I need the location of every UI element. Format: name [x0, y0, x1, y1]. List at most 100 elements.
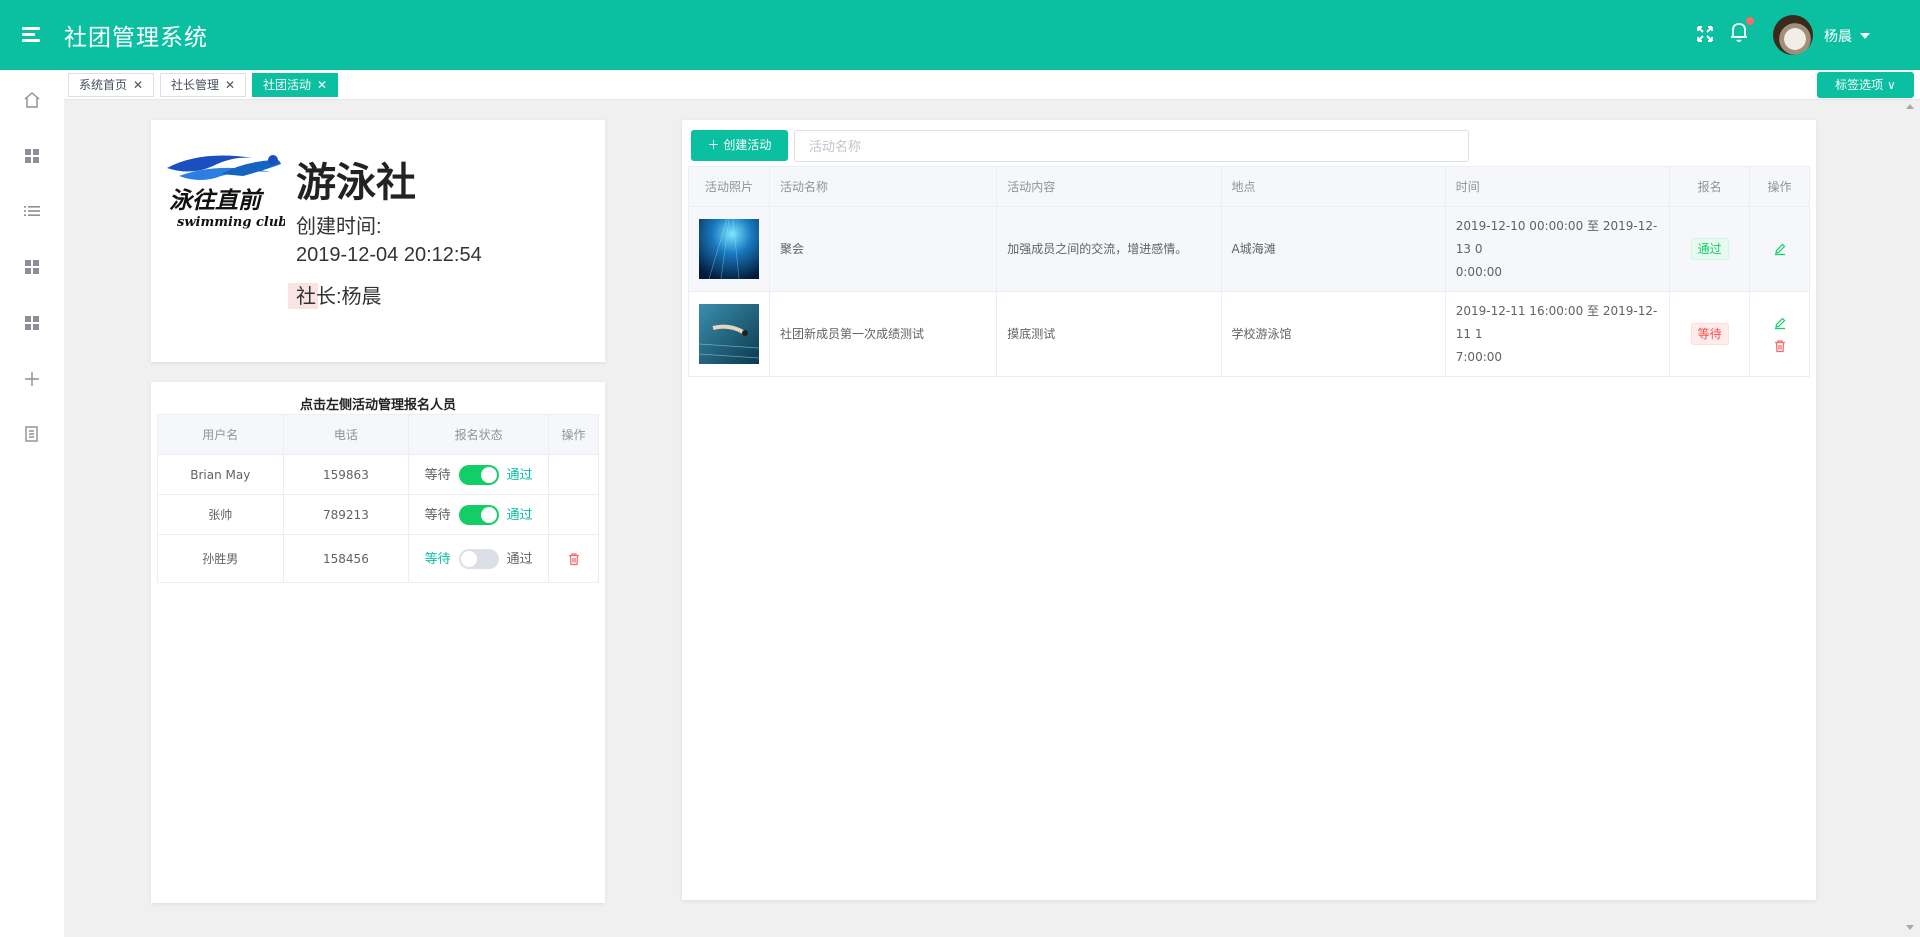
- wait-label: 等待: [424, 507, 451, 523]
- pass-label: 通过: [506, 507, 533, 523]
- fullscreen-icon[interactable]: [1695, 24, 1715, 44]
- status-badge: 等待: [1690, 322, 1729, 345]
- activity-name: 社团新成员第一次成绩测试: [768, 291, 998, 377]
- column-header: 电话: [282, 414, 410, 455]
- tab-home[interactable]: 系统首页 ✕: [68, 73, 155, 97]
- photo-cell: [688, 206, 770, 292]
- member-name: Brian May: [157, 454, 284, 495]
- username[interactable]: 杨晨: [1824, 26, 1852, 46]
- time-line: 2019-12-10 00:00:00 至 2019-12-13 0: [1455, 218, 1658, 256]
- activity-place: 学校游泳馆: [1220, 291, 1446, 377]
- table-row: 聚会 加强成员之间的交流，增进感情。 A城海滩 2019-12-10 00:00…: [688, 206, 1810, 292]
- caret-down-icon[interactable]: [1860, 33, 1870, 39]
- scroll-up-arrow[interactable]: [1906, 104, 1914, 109]
- activity-place: A城海滩: [1220, 206, 1446, 292]
- signup-cell: 等待: [1669, 291, 1751, 377]
- table-header-row: 用户名 电话 报名状态 操作: [157, 414, 599, 455]
- logo-subtext: swimming club: [177, 215, 285, 230]
- created-label: 创建时间:: [296, 216, 382, 238]
- tag-options-label: 标签选项: [1835, 78, 1884, 92]
- pass-label: 通过: [506, 467, 533, 483]
- activity-search-input[interactable]: [794, 130, 1469, 162]
- list-icon[interactable]: [22, 201, 42, 221]
- top-header: 社团管理系统 杨晨: [0, 0, 1920, 70]
- members-table: 用户名 电话 报名状态 操作 Brian May 159863 等待 通过 张帅 …: [157, 414, 599, 583]
- member-phone: 159863: [282, 454, 410, 495]
- create-activity-button[interactable]: ＋ 创建活动: [691, 130, 788, 161]
- column-header: 操作: [1749, 166, 1810, 207]
- grid-icon[interactable]: [22, 313, 42, 333]
- column-header: 活动名称: [768, 166, 998, 207]
- member-phone: 789213: [282, 494, 410, 535]
- column-header: 活动内容: [996, 166, 1222, 207]
- column-header: 地点: [1220, 166, 1446, 207]
- club-info-card: 泳往直前 swimming club 游泳社 创建时间: 2019-12-04 …: [151, 120, 605, 362]
- delete-icon[interactable]: [1773, 339, 1787, 353]
- grid-icon[interactable]: [22, 257, 42, 277]
- status-badge: 通过: [1690, 237, 1729, 260]
- notification-dot: [1746, 17, 1754, 25]
- column-header: 报名状态: [408, 414, 550, 455]
- signup-cell: 通过: [1669, 206, 1751, 292]
- sidebar: [0, 70, 64, 937]
- action-cell: [1749, 291, 1810, 377]
- activity-photo: [699, 219, 759, 279]
- logo-text: 泳往直前: [169, 187, 265, 214]
- club-name: 游泳社: [296, 160, 416, 206]
- create-activity-label: 创建活动: [723, 138, 772, 152]
- activity-card: ＋ 创建活动 活动照片 活动名称 活动内容 地点 时间 报名 操作 聚会: [682, 120, 1816, 900]
- activity-content: 加强成员之间的交流，增进感情。: [996, 206, 1222, 292]
- tab-leader-management[interactable]: 社长管理 ✕: [160, 73, 247, 97]
- member-phone: 158456: [282, 534, 410, 583]
- activity-photo: [699, 304, 759, 364]
- status-toggle[interactable]: [458, 465, 499, 486]
- member-name: 孙胜男: [157, 534, 284, 583]
- wait-label: 等待: [424, 467, 451, 483]
- time-line: 2019-12-11 16:00:00 至 2019-12-11 1: [1455, 303, 1658, 341]
- tag-options-button[interactable]: 标签选项 ∨: [1817, 72, 1914, 98]
- wait-label: 等待: [424, 551, 451, 567]
- club-logo: 泳往直前 swimming club: [167, 155, 285, 230]
- close-icon[interactable]: ✕: [225, 78, 235, 92]
- members-title: 点击左侧活动管理报名人员: [299, 398, 456, 413]
- tab-label: 系统首页: [79, 78, 128, 92]
- table-row: 社团新成员第一次成绩测试 摸底测试 学校游泳馆 2019-12-11 16:00…: [688, 291, 1810, 377]
- edit-icon[interactable]: [1773, 242, 1787, 256]
- tags-bar: 系统首页 ✕ 社长管理 ✕ 社团活动 ✕: [64, 70, 1920, 100]
- activity-content: 摸底测试: [996, 291, 1222, 377]
- club-leader: 社长:杨晨: [296, 286, 382, 308]
- plus-icon[interactable]: [22, 369, 42, 389]
- document-icon[interactable]: [22, 424, 42, 444]
- column-header: 操作: [548, 414, 599, 455]
- pass-label: 通过: [506, 551, 533, 567]
- avatar[interactable]: [1773, 15, 1813, 55]
- home-icon[interactable]: [22, 90, 42, 110]
- table-header-row: 活动照片 活动名称 活动内容 地点 时间 报名 操作: [688, 166, 1810, 207]
- status-cell: 等待 通过: [408, 534, 550, 583]
- tab-club-activity[interactable]: 社团活动 ✕: [252, 73, 339, 97]
- activity-time: 2019-12-10 00:00:00 至 2019-12-13 0 0:00:…: [1444, 206, 1671, 292]
- activity-name: 聚会: [768, 206, 998, 292]
- photo-cell: [688, 291, 770, 377]
- action-cell: [1749, 206, 1810, 292]
- status-toggle[interactable]: [458, 549, 499, 570]
- members-card: 点击左侧活动管理报名人员 用户名 电话 报名状态 操作 Brian May 15…: [151, 382, 605, 903]
- delete-icon[interactable]: [567, 552, 581, 566]
- time-line: 0:00:00: [1455, 264, 1503, 279]
- plus-icon: ＋: [707, 138, 720, 152]
- activities-table: 活动照片 活动名称 活动内容 地点 时间 报名 操作 聚会 加强成员之间的交流，…: [688, 166, 1810, 377]
- close-icon[interactable]: ✕: [317, 78, 327, 92]
- column-header: 报名: [1669, 166, 1751, 207]
- edit-icon[interactable]: [1773, 316, 1787, 330]
- scroll-down-arrow[interactable]: [1906, 925, 1914, 930]
- status-cell: 等待 通过: [408, 454, 550, 495]
- activity-time: 2019-12-11 16:00:00 至 2019-12-11 1 7:00:…: [1444, 291, 1671, 377]
- menu-toggle-icon[interactable]: [22, 25, 42, 43]
- table-row: 孙胜男 158456 等待 通过: [157, 534, 599, 583]
- tab-label: 社团活动: [263, 78, 312, 92]
- status-toggle[interactable]: [458, 505, 499, 526]
- table-row: Brian May 159863 等待 通过: [157, 454, 599, 495]
- action-cell: [548, 494, 599, 535]
- grid-icon[interactable]: [22, 146, 42, 166]
- close-icon[interactable]: ✕: [133, 78, 143, 92]
